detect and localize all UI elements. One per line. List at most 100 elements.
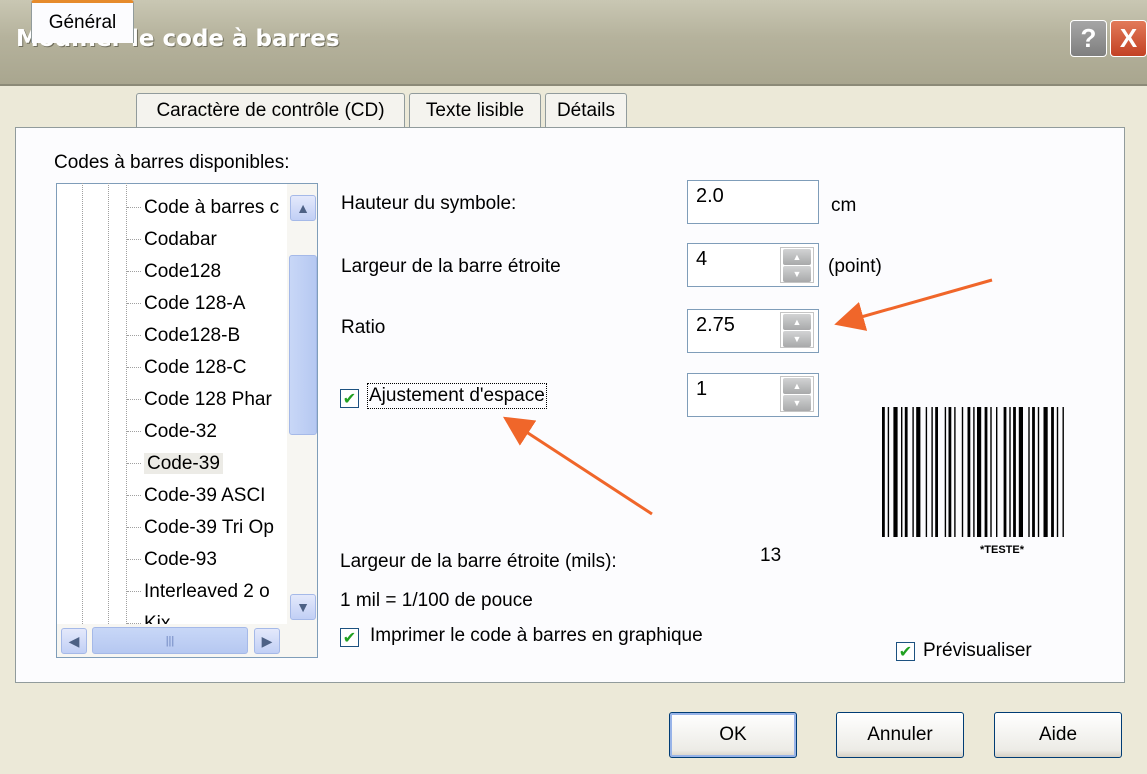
help-button[interactable]: Aide [994, 712, 1122, 758]
tree-item[interactable]: Code à barres c [127, 193, 285, 223]
chevron-right-icon: ▶ [261, 632, 273, 649]
tree-item-label: Code 128 Phar [144, 389, 272, 410]
barcode-bar [944, 407, 947, 537]
scroll-down-button[interactable]: ▼ [290, 594, 316, 620]
symbol-height-label: Hauteur du symbole: [341, 193, 517, 214]
tree-item-label: Code 128-A [144, 293, 246, 314]
barcode-bar [973, 407, 975, 537]
tree-item[interactable]: Code 128 Phar [127, 385, 285, 415]
chevron-left-icon: ◀ [68, 632, 80, 649]
close-icon: X [1119, 23, 1138, 53]
close-button[interactable]: X [1110, 20, 1147, 57]
barcode-bar [954, 407, 956, 537]
tree-item-label: Code128 [144, 261, 222, 282]
barcode-bar [990, 407, 992, 537]
vertical-scroll-thumb[interactable] [289, 255, 317, 435]
barcode-bar [1056, 407, 1059, 537]
tree-item[interactable]: Code-32 [127, 417, 285, 447]
tree-item-label: Code-39 ASCI [144, 485, 266, 506]
barcode-bar [984, 407, 988, 537]
narrow-bar-width-label: Largeur de la barre étroite [341, 256, 561, 277]
tree-item-label: Code-39 [144, 453, 223, 474]
barcode-bar [1018, 407, 1023, 537]
symbol-height-unit: cm [831, 195, 857, 216]
tab-readable-text-label: Texte lisible [425, 99, 525, 121]
tab-control-character[interactable]: Caractère de contrôle (CD) [136, 93, 405, 127]
barcode-bar [1032, 407, 1035, 537]
barcode-bar [935, 407, 938, 537]
barcode-bar [1051, 407, 1054, 537]
tree-item[interactable]: Code-39 ASCI [127, 481, 285, 511]
barcode-bar [977, 407, 982, 537]
scroll-right-button[interactable]: ▶ [254, 628, 280, 654]
tree-guide-line [108, 183, 110, 628]
cancel-button-label: Annuler [867, 724, 933, 745]
title-bar: Modifier le code à barres ? X [0, 0, 1147, 86]
ok-button-label: OK [719, 724, 747, 745]
help-title-button[interactable]: ? [1070, 20, 1107, 57]
tree-item[interactable]: Code128-B [127, 321, 285, 351]
barcode-bar [904, 407, 908, 537]
ratio-spinner[interactable]: ▲ ▼ [780, 312, 814, 348]
tab-readable-text[interactable]: Texte lisible [409, 93, 541, 127]
barcode-bar [967, 407, 971, 537]
preview-checkbox[interactable]: ✔ [896, 642, 915, 661]
barcode-bar [931, 407, 933, 537]
barcode-bar [887, 407, 890, 537]
tab-general-label: Général [48, 12, 117, 33]
tab-general[interactable]: Général [31, 0, 134, 43]
ok-button[interactable]: OK [669, 712, 797, 758]
ratio-label: Ratio [341, 317, 386, 338]
tab-control-character-label: Caractère de contrôle (CD) [156, 99, 385, 121]
barcode-preview-image [882, 407, 1064, 537]
tree-item[interactable]: Code 128-C [127, 353, 285, 383]
mil-definition-note: 1 mil = 1/100 de pouce [340, 590, 533, 611]
narrow-bar-mils-label: Largeur de la barre étroite (mils): [340, 551, 617, 572]
scroll-up-button[interactable]: ▲ [290, 195, 316, 221]
scroll-left-button[interactable]: ◀ [61, 628, 87, 654]
chevron-down-icon: ▼ [296, 599, 310, 615]
barcode-caption: *TESTE* [980, 544, 1025, 556]
tree-item[interactable]: Interleaved 2 o [127, 577, 285, 607]
tree-item-label: Code128-B [144, 325, 241, 346]
barcode-bar [1043, 407, 1048, 537]
tree-item-label: Code-93 [144, 549, 217, 570]
space-adjust-label[interactable]: Ajustement d'espace [367, 383, 547, 409]
barcode-bar [1028, 407, 1030, 537]
barcode-bar [996, 407, 998, 537]
barcode-bar [893, 407, 898, 537]
help-button-label: Aide [1038, 724, 1078, 745]
barcode-bar [1037, 407, 1040, 537]
tree-item[interactable]: Code-39 Tri Op [127, 513, 285, 543]
barcode-bar [1013, 407, 1016, 537]
horizontal-scroll-thumb[interactable]: ||| [92, 627, 248, 654]
barcode-bar [925, 407, 928, 537]
tree-item[interactable]: Code128 [127, 257, 285, 287]
tab-details[interactable]: Détails [545, 93, 627, 127]
barcode-list-heading: Codes à barres disponibles: [54, 152, 290, 173]
cancel-button[interactable]: Annuler [836, 712, 964, 758]
tree-item-label: Code-32 [144, 421, 217, 442]
barcode-bar [961, 407, 964, 537]
barcode-bar [882, 407, 885, 537]
checkmark-icon: ✔ [898, 643, 913, 661]
print-as-graphic-label[interactable]: Imprimer le code à barres en graphique [370, 625, 703, 647]
barcode-bar [901, 407, 903, 537]
print-as-graphic-checkbox[interactable]: ✔ [340, 628, 359, 647]
tree-item-label: Codabar [144, 229, 217, 250]
tree-item[interactable]: Code-93 [127, 545, 285, 575]
tree-item-label: Interleaved 2 o [144, 581, 270, 602]
symbol-height-input[interactable]: 2.0 [687, 180, 819, 224]
preview-label[interactable]: Prévisualiser [923, 640, 1032, 662]
tree-item[interactable]: Code 128-A [127, 289, 285, 319]
tree-item[interactable]: Code-39 [127, 449, 285, 479]
tree-item-label: Code-39 Tri Op [144, 517, 274, 538]
barcode-bar [916, 407, 921, 537]
space-adjust-spinner[interactable]: ▲ ▼ [780, 376, 814, 412]
space-adjust-checkbox[interactable]: ✔ [340, 389, 359, 408]
tree-item-label: Code 128-C [144, 357, 247, 378]
tree-item[interactable]: Codabar [127, 225, 285, 255]
narrow-bar-width-spinner[interactable]: ▲ ▼ [780, 247, 814, 283]
tab-details-label: Détails [556, 99, 616, 121]
narrow-bar-mils-value: 13 [760, 545, 782, 566]
